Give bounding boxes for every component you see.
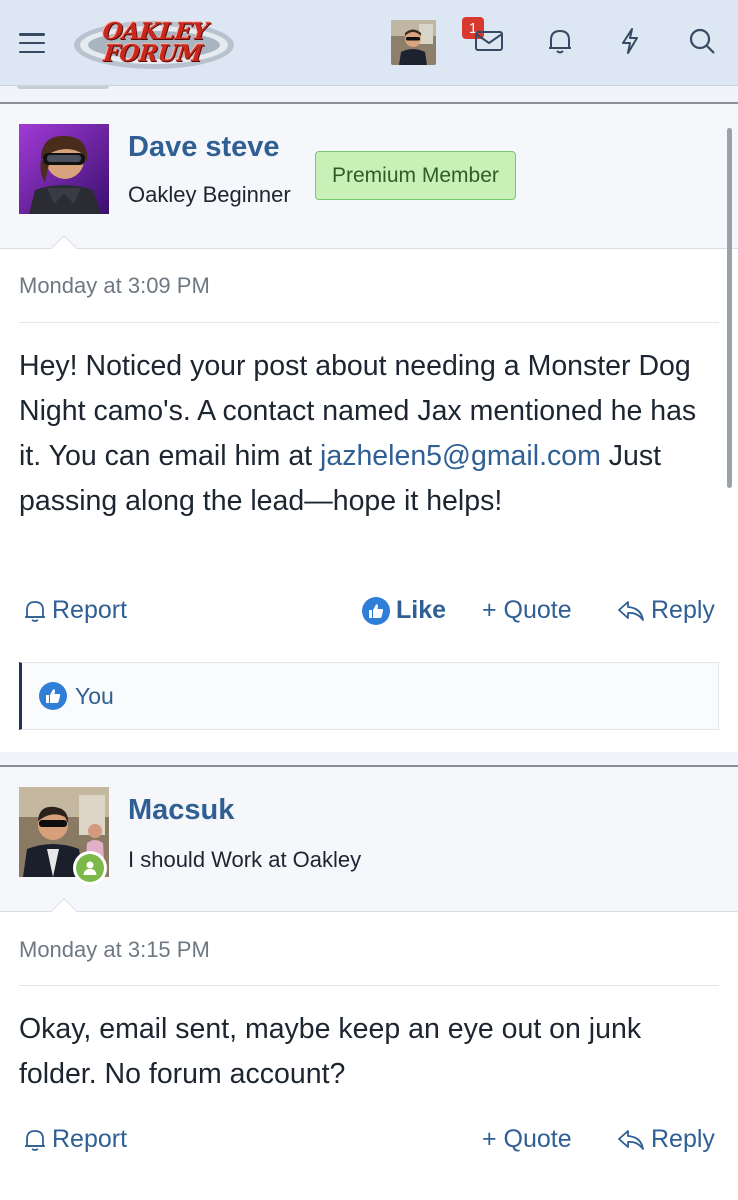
quote-button[interactable]: + Quote	[482, 596, 572, 625]
header-shadow	[17, 86, 109, 89]
user-title: I should Work at Oakley	[128, 847, 362, 872]
logo-line-2: FORUM	[102, 40, 204, 67]
post-actions: Report + Quote Reply	[0, 1125, 738, 1165]
reply-button[interactable]: Reply	[617, 596, 715, 625]
thumbs-up-icon	[362, 596, 390, 625]
scrollbar[interactable]	[727, 128, 732, 488]
post-body: Okay, email sent, maybe keep an eye out …	[19, 1013, 642, 1090]
reply-icon	[618, 600, 644, 621]
bell-icon	[25, 1129, 45, 1151]
reactions-bar[interactable]: You	[19, 662, 719, 730]
search-icon[interactable]	[685, 24, 719, 58]
thumbs-up-icon	[39, 682, 67, 710]
post-body: Hey! Noticed your post about needing a M…	[19, 350, 697, 517]
post-timestamp[interactable]: Monday at 3:15 PM	[19, 937, 210, 963]
user-avatar[interactable]	[19, 124, 109, 214]
email-link[interactable]: jazhelen5@gmail.com	[320, 440, 601, 472]
post-actions: Report Like + Quote Reply	[0, 596, 738, 636]
like-button[interactable]: Like	[362, 596, 446, 625]
quote-button[interactable]: + Quote	[482, 1125, 572, 1154]
report-button[interactable]: Report	[24, 596, 127, 625]
bell-icon	[25, 600, 45, 622]
inbox-icon[interactable]	[472, 24, 506, 58]
menu-icon[interactable]	[19, 33, 45, 53]
message-notch	[48, 233, 78, 249]
post-user-header: Dave steve Oakley Beginner Premium Membe…	[0, 104, 738, 249]
username[interactable]: Dave steve	[128, 131, 280, 164]
reactions-users[interactable]: You	[75, 683, 114, 710]
post-dave-steve: Dave steve Oakley Beginner Premium Membe…	[0, 102, 738, 752]
account-avatar[interactable]	[391, 20, 436, 65]
user-title: Oakley Beginner	[128, 182, 291, 207]
online-indicator	[73, 851, 107, 885]
reply-button[interactable]: Reply	[617, 1125, 715, 1154]
report-button[interactable]: Report	[24, 1125, 127, 1154]
reply-icon	[618, 1129, 644, 1150]
message-notch	[48, 896, 78, 912]
top-header: OAKLEY FORUM 1	[0, 0, 738, 86]
post-user-header: Macsuk I should Work at Oakley	[0, 767, 738, 912]
post-macsuk: Macsuk I should Work at Oakley Monday at…	[0, 765, 738, 1200]
username[interactable]: Macsuk	[128, 794, 234, 827]
divider	[19, 985, 719, 986]
divider	[19, 322, 719, 323]
premium-member-banner: Premium Member	[315, 151, 516, 200]
bell-icon[interactable]	[543, 24, 577, 58]
site-logo[interactable]: OAKLEY FORUM	[72, 12, 236, 74]
post-timestamp[interactable]: Monday at 3:09 PM	[19, 273, 210, 299]
bolt-icon[interactable]	[613, 24, 647, 58]
user-icon	[83, 861, 97, 875]
